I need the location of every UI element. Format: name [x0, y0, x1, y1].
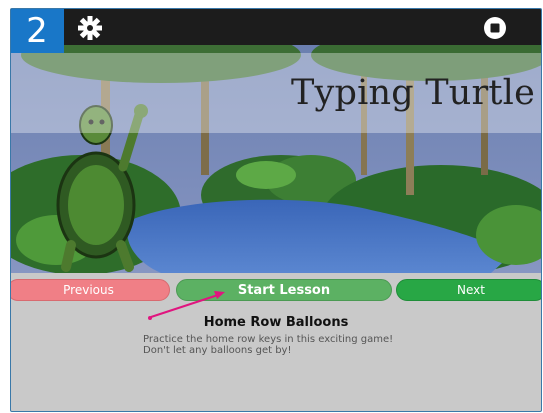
lesson-description: Practice the home row keys in this excit…	[143, 334, 523, 356]
next-button[interactable]: Next	[396, 279, 541, 301]
toolbar	[11, 9, 541, 45]
lesson-description-line1: Practice the home row keys in this excit…	[143, 334, 394, 345]
start-lesson-button[interactable]: Start Lesson	[176, 279, 392, 301]
app-title: Typing Turtle	[291, 73, 535, 113]
step-number-badge: 2	[11, 9, 64, 53]
previous-button[interactable]: Previous	[11, 279, 170, 301]
lesson-title: Home Row Balloons	[203, 315, 349, 330]
stop-icon[interactable]	[482, 15, 508, 41]
gear-icon[interactable]	[77, 15, 103, 41]
app-window: 2 Typing Turtle Previous Start Lesson Ne…	[10, 8, 542, 412]
lesson-description-line2: Don't let any balloons get by!	[143, 345, 292, 356]
lesson-illustration: Typing Turtle	[11, 45, 541, 273]
